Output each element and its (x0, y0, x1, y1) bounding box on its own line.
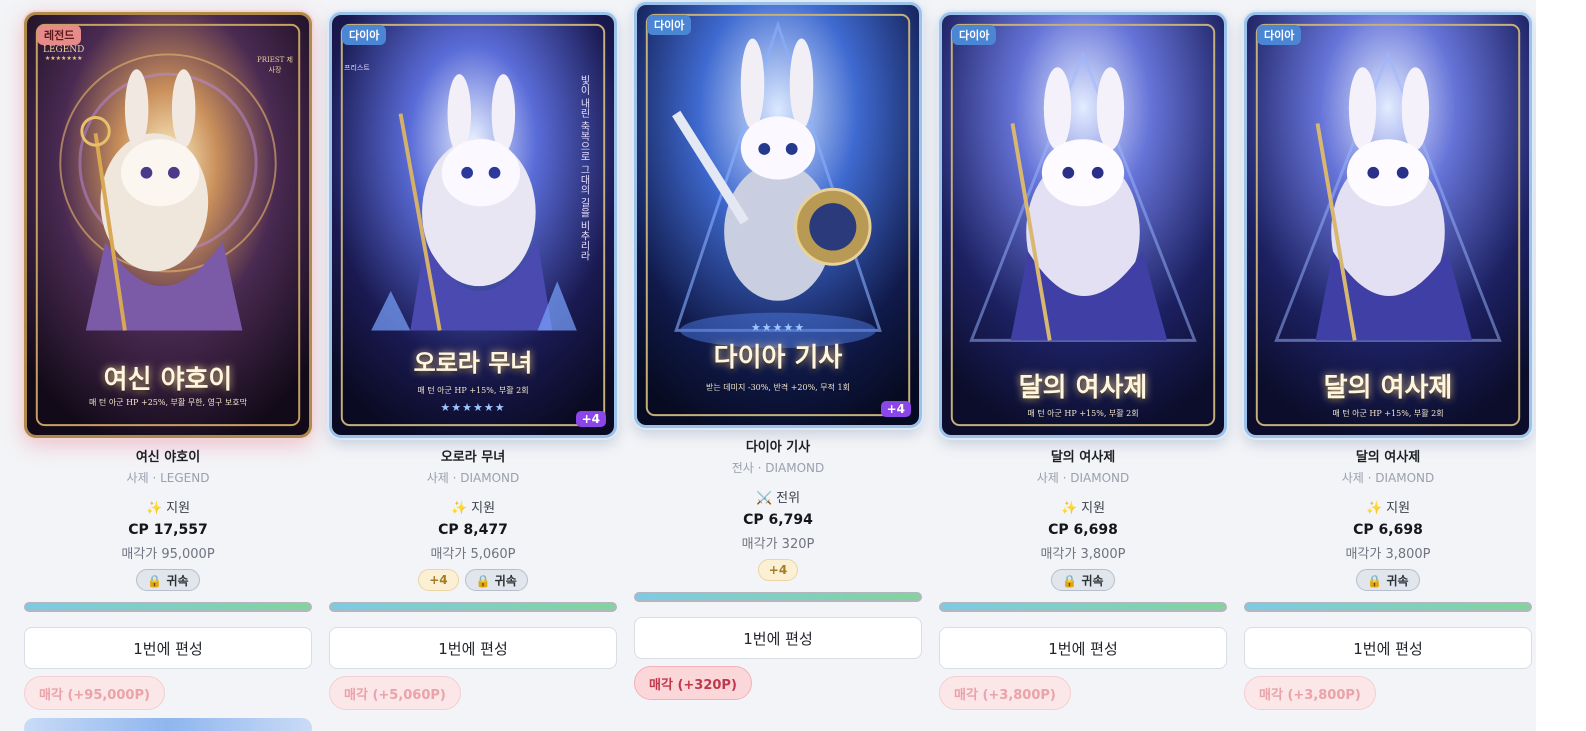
card-name: 오로라 무녀 (440, 450, 506, 465)
card-sell-price: 매각가 320P (741, 537, 815, 552)
card-slot: 다이아 달의 여사제 매 턴 아군 HP +15%, 부활 2회 달의 여사제 … (939, 12, 1227, 731)
card-art-quote: 빛이 내린 축복으로 그대의 길을 비추리라 (578, 75, 589, 261)
card-class: 사제 · DIAMOND (1036, 471, 1130, 485)
character-card[interactable]: 다이아 ★★★★★ 다이아 기사 받는 데미지 -30%, 반격 +20%, 무… (634, 2, 922, 428)
card-stars: ★★★★★ (750, 321, 806, 334)
card-info: 다이아 기사 전사 · DIAMOND ⚔️ 전위 CP 6,794 매각가 32… (634, 436, 922, 581)
card-slot: 다이아 프리스트 빛이 내린 축복으로 그대의 길을 비추리라 오로라 무녀 매… (329, 12, 617, 731)
grade-badge: 다이아 (342, 25, 387, 45)
card-art-title: 오로라 무녀 (413, 348, 533, 377)
card-progress-bar (24, 602, 312, 612)
sell-button[interactable]: 매각 (+3,800P) (939, 676, 1071, 710)
assign-slot-button[interactable]: 1번에 편성 (1244, 627, 1532, 669)
card-cp: CP 17,557 (128, 522, 208, 538)
card-class: 전사 · DIAMOND (731, 461, 825, 475)
sell-button[interactable]: 매각 (+3,800P) (1244, 676, 1376, 710)
card-slot: 레전드 LEGEND ★★★★★★★ PRIEST 제사장 여신 야호이 매 턴… (24, 12, 312, 731)
card-name: 여신 야호이 (135, 450, 201, 465)
bound-tag: 🔒 귀속 (464, 569, 528, 591)
crossed-swords-icon: ⚔️ (755, 491, 773, 506)
bound-tag: 🔒 귀속 (1051, 569, 1115, 591)
legend-mark: LEGEND ★★★★★★★ (43, 45, 85, 62)
card-art-subtitle: 매 턴 아군 HP +15%, 부활 2회 (1332, 409, 1444, 418)
grade-badge: 레전드 (37, 25, 82, 45)
grade-badge: 다이아 (1257, 25, 1302, 45)
card-progress-bar (634, 592, 922, 602)
sell-button[interactable]: 매각 (+5,060P) (329, 676, 461, 710)
card-sell-price: 매각가 95,000P (121, 547, 215, 562)
grade-badge: 다이아 (647, 15, 692, 35)
card-progress-bar (1244, 602, 1532, 612)
card-info: 여신 야호이 사제 · LEGEND ✨ 지원 CP 17,557 매각가 95,… (24, 446, 312, 591)
card-tags: +4 (634, 559, 922, 581)
card-slot: 다이아 달의 여사제 매 턴 아군 HP +15%, 부활 2회 달의 여사제 … (1244, 12, 1532, 731)
card-cp: CP 8,477 (438, 522, 508, 538)
card-sell-price: 매각가 3,800P (1040, 547, 1126, 562)
sell-button[interactable]: 매각 (+320P) (634, 666, 752, 700)
card-role: ✨ 지원 (1060, 501, 1106, 516)
assign-slot-button[interactable]: 1번에 편성 (634, 617, 922, 659)
sell-button[interactable]: 매각 (+95,000P) (24, 676, 165, 710)
card-cp: CP 6,794 (743, 512, 813, 528)
card-cp: CP 6,698 (1048, 522, 1118, 538)
card-name: 다이아 기사 (745, 440, 811, 455)
card-info: 달의 여사제 사제 · DIAMOND ✨ 지원 CP 6,698 매각가 3,8… (939, 446, 1227, 591)
card-art-title: 여신 야호이 (103, 365, 233, 395)
assign-slot-button[interactable]: 1번에 편성 (939, 627, 1227, 669)
enhance-badge: +4 (880, 401, 911, 417)
card-stars: ★★★★★★ (440, 401, 506, 414)
sparkle-icon: ✨ (145, 501, 163, 516)
card-tags: 🔒 귀속 (939, 569, 1227, 591)
card-tags: 🔒 귀속 (24, 569, 312, 591)
card-slot: 다이아 ★★★★★ 다이아 기사 받는 데미지 -30%, 반격 +20%, 무… (634, 2, 922, 731)
card-art-subtitle: 받는 데미지 -30%, 반격 +20%, 무적 1회 (705, 383, 850, 392)
next-row-card-peek (24, 718, 312, 731)
card-tags: +4 🔒 귀속 (329, 569, 617, 591)
card-art-title: 달의 여사제 (1018, 373, 1148, 403)
page-edge-panel (1536, 0, 1586, 731)
card-class: 사제 · DIAMOND (426, 471, 520, 485)
character-card[interactable]: 다이아 달의 여사제 매 턴 아군 HP +15%, 부활 2회 (939, 12, 1227, 438)
card-art-title: 달의 여사제 (1323, 373, 1453, 403)
card-role: ⚔️ 전위 (755, 491, 801, 506)
assign-slot-button[interactable]: 1번에 편성 (24, 627, 312, 669)
card-info: 달의 여사제 사제 · DIAMOND ✨ 지원 CP 6,698 매각가 3,8… (1244, 446, 1532, 591)
card-art-subtitle: 매 턴 아군 HP +15%, 부활 2회 (417, 386, 529, 395)
sparkle-icon: ✨ (1060, 501, 1078, 516)
card-class: 사제 · DIAMOND (1341, 471, 1435, 485)
card-cp: CP 6,698 (1353, 522, 1423, 538)
card-art-title: 다이아 기사 (713, 343, 843, 373)
character-card[interactable]: 다이아 프리스트 빛이 내린 축복으로 그대의 길을 비추리라 오로라 무녀 매… (329, 12, 617, 438)
card-role: ✨ 지원 (1365, 501, 1411, 516)
enhance-tag: +4 (757, 559, 799, 581)
bound-tag: 🔒 귀속 (136, 569, 200, 591)
class-emblem: PRIEST 제사장 (257, 56, 293, 74)
card-art-subtitle: 매 턴 아군 HP +25%, 부활 무한, 영구 보호막 (89, 398, 247, 407)
card-role: ✨ 지원 (450, 501, 496, 516)
bound-tag: 🔒 귀속 (1356, 569, 1420, 591)
card-sell-price: 매각가 5,060P (430, 547, 516, 562)
card-progress-bar (939, 602, 1227, 612)
card-art-subtitle: 매 턴 아군 HP +15%, 부활 2회 (1027, 409, 1139, 418)
assign-slot-button[interactable]: 1번에 편성 (329, 627, 617, 669)
card-info: 오로라 무녀 사제 · DIAMOND ✨ 지원 CP 8,477 매각가 5,0… (329, 446, 617, 591)
grade-badge: 다이아 (952, 25, 997, 45)
class-logo: 프리스트 (344, 64, 370, 72)
card-name: 달의 여사제 (1355, 450, 1421, 465)
sparkle-icon: ✨ (450, 501, 468, 516)
card-progress-bar (329, 602, 617, 612)
character-card[interactable]: 다이아 달의 여사제 매 턴 아군 HP +15%, 부활 2회 (1244, 12, 1532, 438)
character-card[interactable]: 레전드 LEGEND ★★★★★★★ PRIEST 제사장 여신 야호이 매 턴… (24, 12, 312, 438)
card-collection-grid: 레전드 LEGEND ★★★★★★★ PRIEST 제사장 여신 야호이 매 턴… (0, 0, 1536, 731)
enhance-badge: +4 (575, 411, 606, 427)
card-sell-price: 매각가 3,800P (1345, 547, 1431, 562)
sparkle-icon: ✨ (1365, 501, 1383, 516)
card-name: 달의 여사제 (1050, 450, 1116, 465)
card-class: 사제 · LEGEND (126, 471, 210, 485)
enhance-tag: +4 (418, 569, 459, 591)
card-role: ✨ 지원 (145, 501, 191, 516)
card-tags: 🔒 귀속 (1244, 569, 1532, 591)
